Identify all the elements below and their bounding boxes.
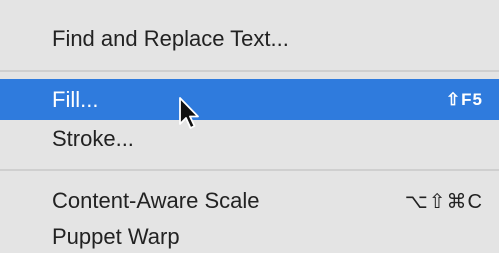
menu-item-label: Content-Aware Scale xyxy=(52,188,260,213)
menu-separator xyxy=(0,169,499,171)
menu-item-label: Stroke... xyxy=(52,126,134,151)
menu-item-fill[interactable]: Fill... ⇧F5 xyxy=(0,79,499,120)
menu-item-label: Find and Replace Text... xyxy=(52,26,289,51)
menu-item-label: Puppet Warp xyxy=(52,224,180,249)
menu-item-find-and-replace-text[interactable]: Find and Replace Text... xyxy=(0,18,499,60)
context-menu: Find and Replace Text... Fill... ⇧F5 Str… xyxy=(0,0,499,253)
menu-item-puppet-warp[interactable]: Puppet Warp xyxy=(0,216,499,253)
arrow-pointer-icon xyxy=(179,97,199,129)
menu-item-label: Fill... xyxy=(52,86,99,112)
menu-item-stroke[interactable]: Stroke... xyxy=(0,118,499,160)
menu-item-shortcut: ⌥⇧⌘C xyxy=(404,190,483,213)
menu-item-shortcut: ⇧F5 xyxy=(445,89,483,109)
menu-separator xyxy=(0,70,499,72)
